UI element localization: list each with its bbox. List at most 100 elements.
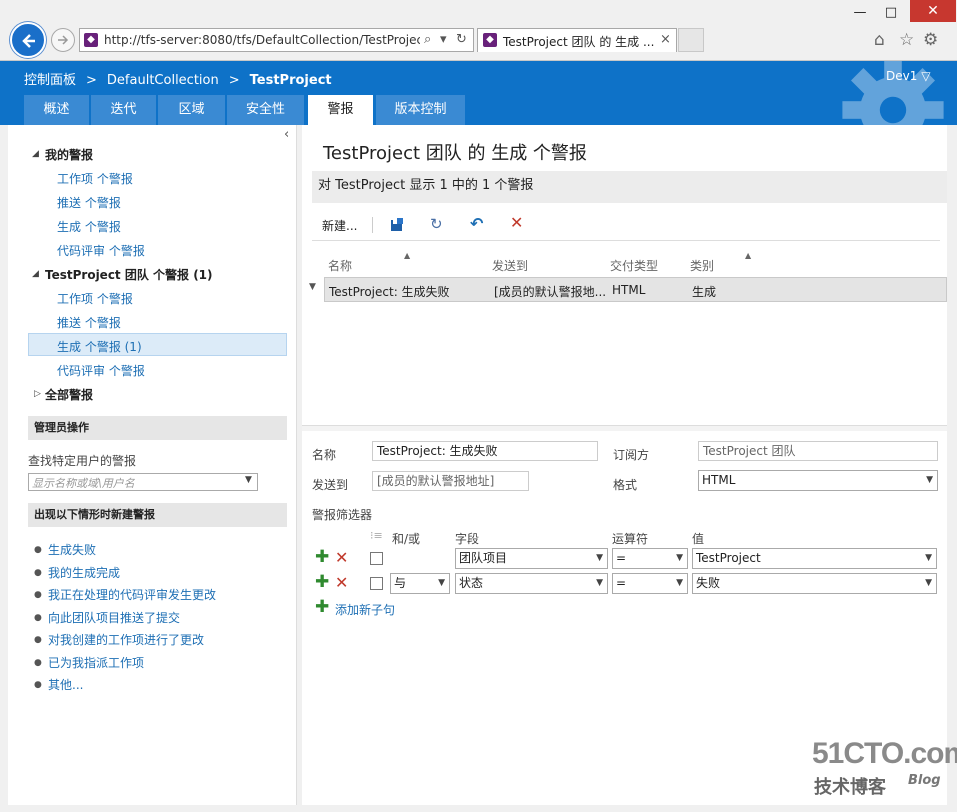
col-send-to[interactable]: 发送到 bbox=[492, 257, 528, 274]
find-user-input[interactable]: 显示名称或域\用户名 ▼ bbox=[28, 473, 258, 491]
operator-value: = bbox=[616, 576, 627, 590]
collapsed-arrow-icon[interactable]: ▷ bbox=[34, 389, 41, 399]
right-panel: TestProject 团队 的 生成 个警报 对 TestProject 显示… bbox=[302, 125, 947, 805]
group-clauses-icon[interactable]: ⁝≡ bbox=[370, 529, 383, 542]
name-field[interactable]: TestProject: 生成失败 bbox=[372, 441, 598, 461]
dropdown-arrow-icon: ▼ bbox=[676, 553, 683, 563]
value-header: 值 bbox=[692, 532, 705, 546]
dropdown-arrow-icon[interactable]: ▼ bbox=[245, 475, 252, 485]
andor-select[interactable]: 与 ▼ bbox=[390, 573, 450, 594]
name-label: 名称 bbox=[312, 448, 337, 462]
col-delivery-type[interactable]: 交付类型 bbox=[610, 257, 658, 274]
operator-select[interactable]: = ▼ bbox=[612, 548, 688, 569]
all-alerts-heading[interactable]: 全部警报 bbox=[45, 386, 93, 403]
home-icon[interactable]: ⌂ bbox=[874, 30, 885, 50]
gear-icon[interactable]: ⚙ bbox=[923, 30, 938, 50]
new-alert-build-completed[interactable]: 我的生成完成 bbox=[48, 564, 120, 581]
field-value: 团队项目 bbox=[459, 551, 508, 565]
my-alerts-heading[interactable]: 我的警报 bbox=[45, 146, 93, 163]
refresh-icon[interactable]: ↻ bbox=[456, 32, 467, 47]
field-select[interactable]: 团队项目 ▼ bbox=[455, 548, 608, 569]
breadcrumb-project[interactable]: TestProject bbox=[250, 73, 332, 88]
add-clause-icon[interactable]: ✚ bbox=[315, 572, 329, 592]
dropdown-arrow-icon: ▼ bbox=[676, 578, 683, 588]
remove-clause-icon[interactable]: ✕ bbox=[335, 573, 348, 592]
back-button[interactable] bbox=[10, 22, 46, 58]
new-alert-other[interactable]: 其他... bbox=[48, 676, 83, 693]
clause-checkbox[interactable] bbox=[370, 577, 383, 590]
new-alert-button[interactable]: 新建... bbox=[322, 217, 357, 234]
field-select[interactable]: 状态 ▼ bbox=[455, 573, 608, 594]
expanded-arrow-icon[interactable]: ◢ bbox=[32, 269, 39, 279]
browser-tab[interactable]: ◆ TestProject 团队 的 生成 ... × bbox=[477, 28, 677, 52]
new-tab-button[interactable] bbox=[678, 28, 704, 52]
add-new-clause-icon[interactable]: ✚ bbox=[315, 597, 329, 617]
operator-select[interactable]: = ▼ bbox=[612, 573, 688, 594]
format-value: HTML bbox=[702, 473, 736, 487]
my-alert-build[interactable]: 生成 个警报 bbox=[57, 218, 121, 235]
new-alert-push[interactable]: 向此团队项目推送了提交 bbox=[48, 609, 180, 626]
breadcrumb-collection[interactable]: DefaultCollection bbox=[107, 73, 219, 88]
sort-asc-icon: ▲ bbox=[745, 251, 752, 260]
add-clause-icon[interactable]: ✚ bbox=[315, 547, 329, 567]
watermark: 51CTO.com 技术博客 Blog bbox=[812, 737, 957, 798]
star-icon[interactable]: ☆ bbox=[899, 30, 914, 50]
team-alerts-heading[interactable]: TestProject 团队 个警报 (1) bbox=[45, 266, 213, 283]
bullet-icon: ● bbox=[34, 613, 42, 623]
send-to-field[interactable]: [成员的默认警报地址] bbox=[372, 471, 529, 491]
remove-clause-icon[interactable]: ✕ bbox=[335, 548, 348, 567]
user-menu[interactable]: Dev1 ▽ bbox=[886, 69, 930, 83]
tab-overview[interactable]: 概述 bbox=[24, 95, 90, 125]
user-name: Dev1 bbox=[886, 69, 918, 83]
add-new-clause-link[interactable]: 添加新子句 bbox=[335, 601, 395, 618]
format-select[interactable]: HTML ▼ bbox=[698, 470, 938, 491]
toolbar-divider bbox=[372, 217, 373, 233]
new-alert-codereview-changed[interactable]: 我正在处理的代码评审发生更改 bbox=[48, 586, 216, 603]
undo-icon[interactable]: ↶ bbox=[470, 214, 483, 233]
value-select[interactable]: TestProject ▼ bbox=[692, 548, 937, 569]
close-window-button[interactable]: ✕ bbox=[910, 0, 956, 22]
save-icon[interactable] bbox=[389, 217, 405, 233]
expanded-arrow-icon[interactable]: ◢ bbox=[32, 149, 39, 159]
value-select[interactable]: 失败 ▼ bbox=[692, 573, 937, 594]
row-expand-icon[interactable]: ▼ bbox=[309, 282, 316, 292]
address-bar[interactable]: ◆ http://tfs-server:8080/tfs/DefaultColl… bbox=[79, 28, 474, 52]
team-alert-workitem[interactable]: 工作项 个警报 bbox=[57, 290, 133, 307]
forward-button[interactable] bbox=[51, 28, 75, 52]
search-icon[interactable]: ⌕ bbox=[424, 32, 431, 47]
bullet-icon: ● bbox=[34, 568, 42, 578]
dropdown-icon[interactable]: ▾ bbox=[440, 32, 447, 47]
refresh-icon[interactable]: ↻ bbox=[430, 215, 443, 233]
back-arrow-icon bbox=[22, 34, 35, 48]
tab-close-icon[interactable]: × bbox=[660, 32, 671, 47]
row-name: TestProject: 生成失败 bbox=[329, 285, 450, 299]
new-alert-assigned[interactable]: 已为我指派工作项 bbox=[48, 654, 144, 671]
splitter[interactable] bbox=[302, 425, 947, 431]
collapse-panel-icon[interactable]: ‹ bbox=[284, 127, 289, 142]
team-alert-push[interactable]: 推送 个警报 bbox=[57, 314, 121, 331]
team-alert-build[interactable]: 生成 个警报 (1) bbox=[57, 338, 142, 355]
my-alert-workitem[interactable]: 工作项 个警报 bbox=[57, 170, 133, 187]
team-alert-codereview[interactable]: 代码评审 个警报 bbox=[57, 362, 145, 379]
dropdown-arrow-icon: ▼ bbox=[925, 578, 932, 588]
my-alert-codereview[interactable]: 代码评审 个警报 bbox=[57, 242, 145, 259]
table-row[interactable]: TestProject: 生成失败 [成员的默认警报地... HTML 生成 bbox=[324, 277, 947, 302]
minimize-button[interactable]: — bbox=[847, 4, 873, 22]
watermark-brand: 51CTO.com bbox=[812, 737, 957, 770]
tab-version-control[interactable]: 版本控制 bbox=[376, 95, 466, 125]
my-alert-push[interactable]: 推送 个警报 bbox=[57, 194, 121, 211]
maximize-button[interactable]: □ bbox=[878, 4, 904, 22]
new-alert-workitem-changed[interactable]: 对我创建的工作项进行了更改 bbox=[48, 631, 204, 648]
col-category[interactable]: 类别 bbox=[690, 257, 714, 274]
bullet-icon: ● bbox=[34, 658, 42, 668]
new-alert-build-failed[interactable]: 生成失败 bbox=[48, 541, 96, 558]
tab-areas[interactable]: 区域 bbox=[158, 95, 226, 125]
tab-security[interactable]: 安全性 bbox=[227, 95, 305, 125]
tab-iterations[interactable]: 迭代 bbox=[91, 95, 157, 125]
delete-icon[interactable]: ✕ bbox=[510, 213, 523, 232]
tab-alerts[interactable]: 警报 bbox=[308, 95, 374, 125]
breadcrumb: 控制面板 > DefaultCollection > TestProject bbox=[24, 69, 342, 88]
breadcrumb-control-panel[interactable]: 控制面板 bbox=[24, 73, 76, 88]
col-name[interactable]: 名称 bbox=[328, 257, 352, 274]
clause-checkbox[interactable] bbox=[370, 552, 383, 565]
